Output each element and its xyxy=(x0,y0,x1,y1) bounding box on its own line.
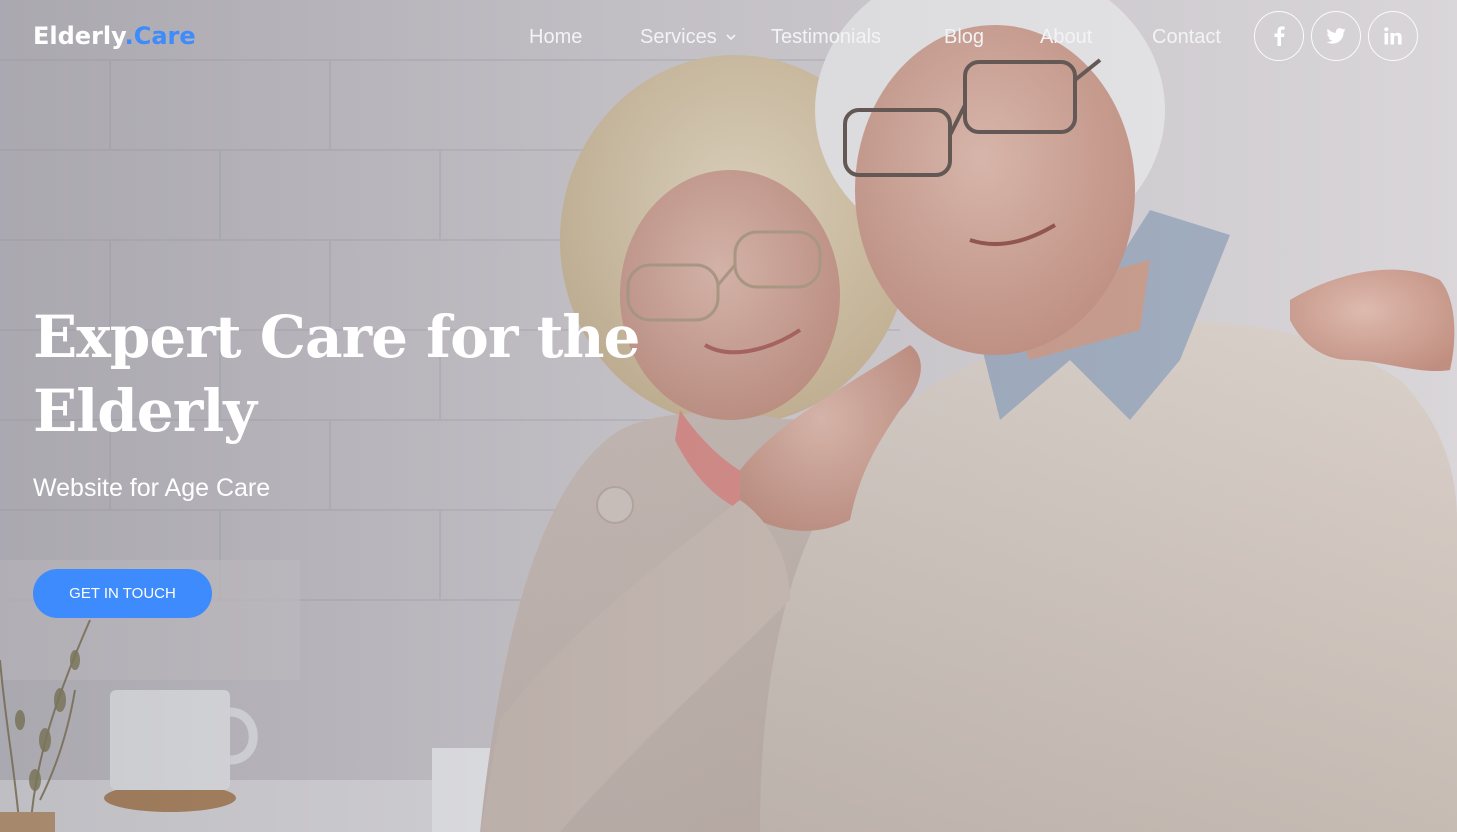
twitter-button[interactable] xyxy=(1311,11,1361,61)
get-in-touch-button[interactable]: GET IN TOUCH xyxy=(33,569,212,618)
facebook-button[interactable] xyxy=(1254,11,1304,61)
nav-link-blog[interactable]: Blog xyxy=(944,24,984,50)
nav-link-services-label: Services xyxy=(640,26,717,48)
facebook-icon xyxy=(1274,26,1285,46)
twitter-icon xyxy=(1326,28,1346,44)
linkedin-icon xyxy=(1384,27,1402,45)
hero-subtitle: Website for Age Care xyxy=(33,474,271,502)
hero-title: Expert Care for the Elderly xyxy=(33,300,653,448)
linkedin-button[interactable] xyxy=(1368,11,1418,61)
nav-link-home[interactable]: Home xyxy=(529,24,582,50)
hero-title-line1: Expert Care for the xyxy=(33,303,640,371)
logo-text: Elderly xyxy=(33,22,125,50)
nav-link-services[interactable]: Services xyxy=(640,24,736,51)
hero-section: Elderly.Care Home Services Testimonials … xyxy=(0,0,1457,832)
site-logo[interactable]: Elderly.Care xyxy=(33,20,196,52)
nav-link-about[interactable]: About xyxy=(1040,24,1092,50)
hero-title-line2: Elderly xyxy=(33,377,257,445)
navbar: Elderly.Care Home Services Testimonials … xyxy=(0,0,1457,74)
nav-link-testimonials[interactable]: Testimonials xyxy=(771,24,881,50)
nav-link-contact[interactable]: Contact xyxy=(1152,24,1221,50)
chevron-down-icon xyxy=(726,22,736,48)
logo-accent-text: .Care xyxy=(124,22,196,50)
